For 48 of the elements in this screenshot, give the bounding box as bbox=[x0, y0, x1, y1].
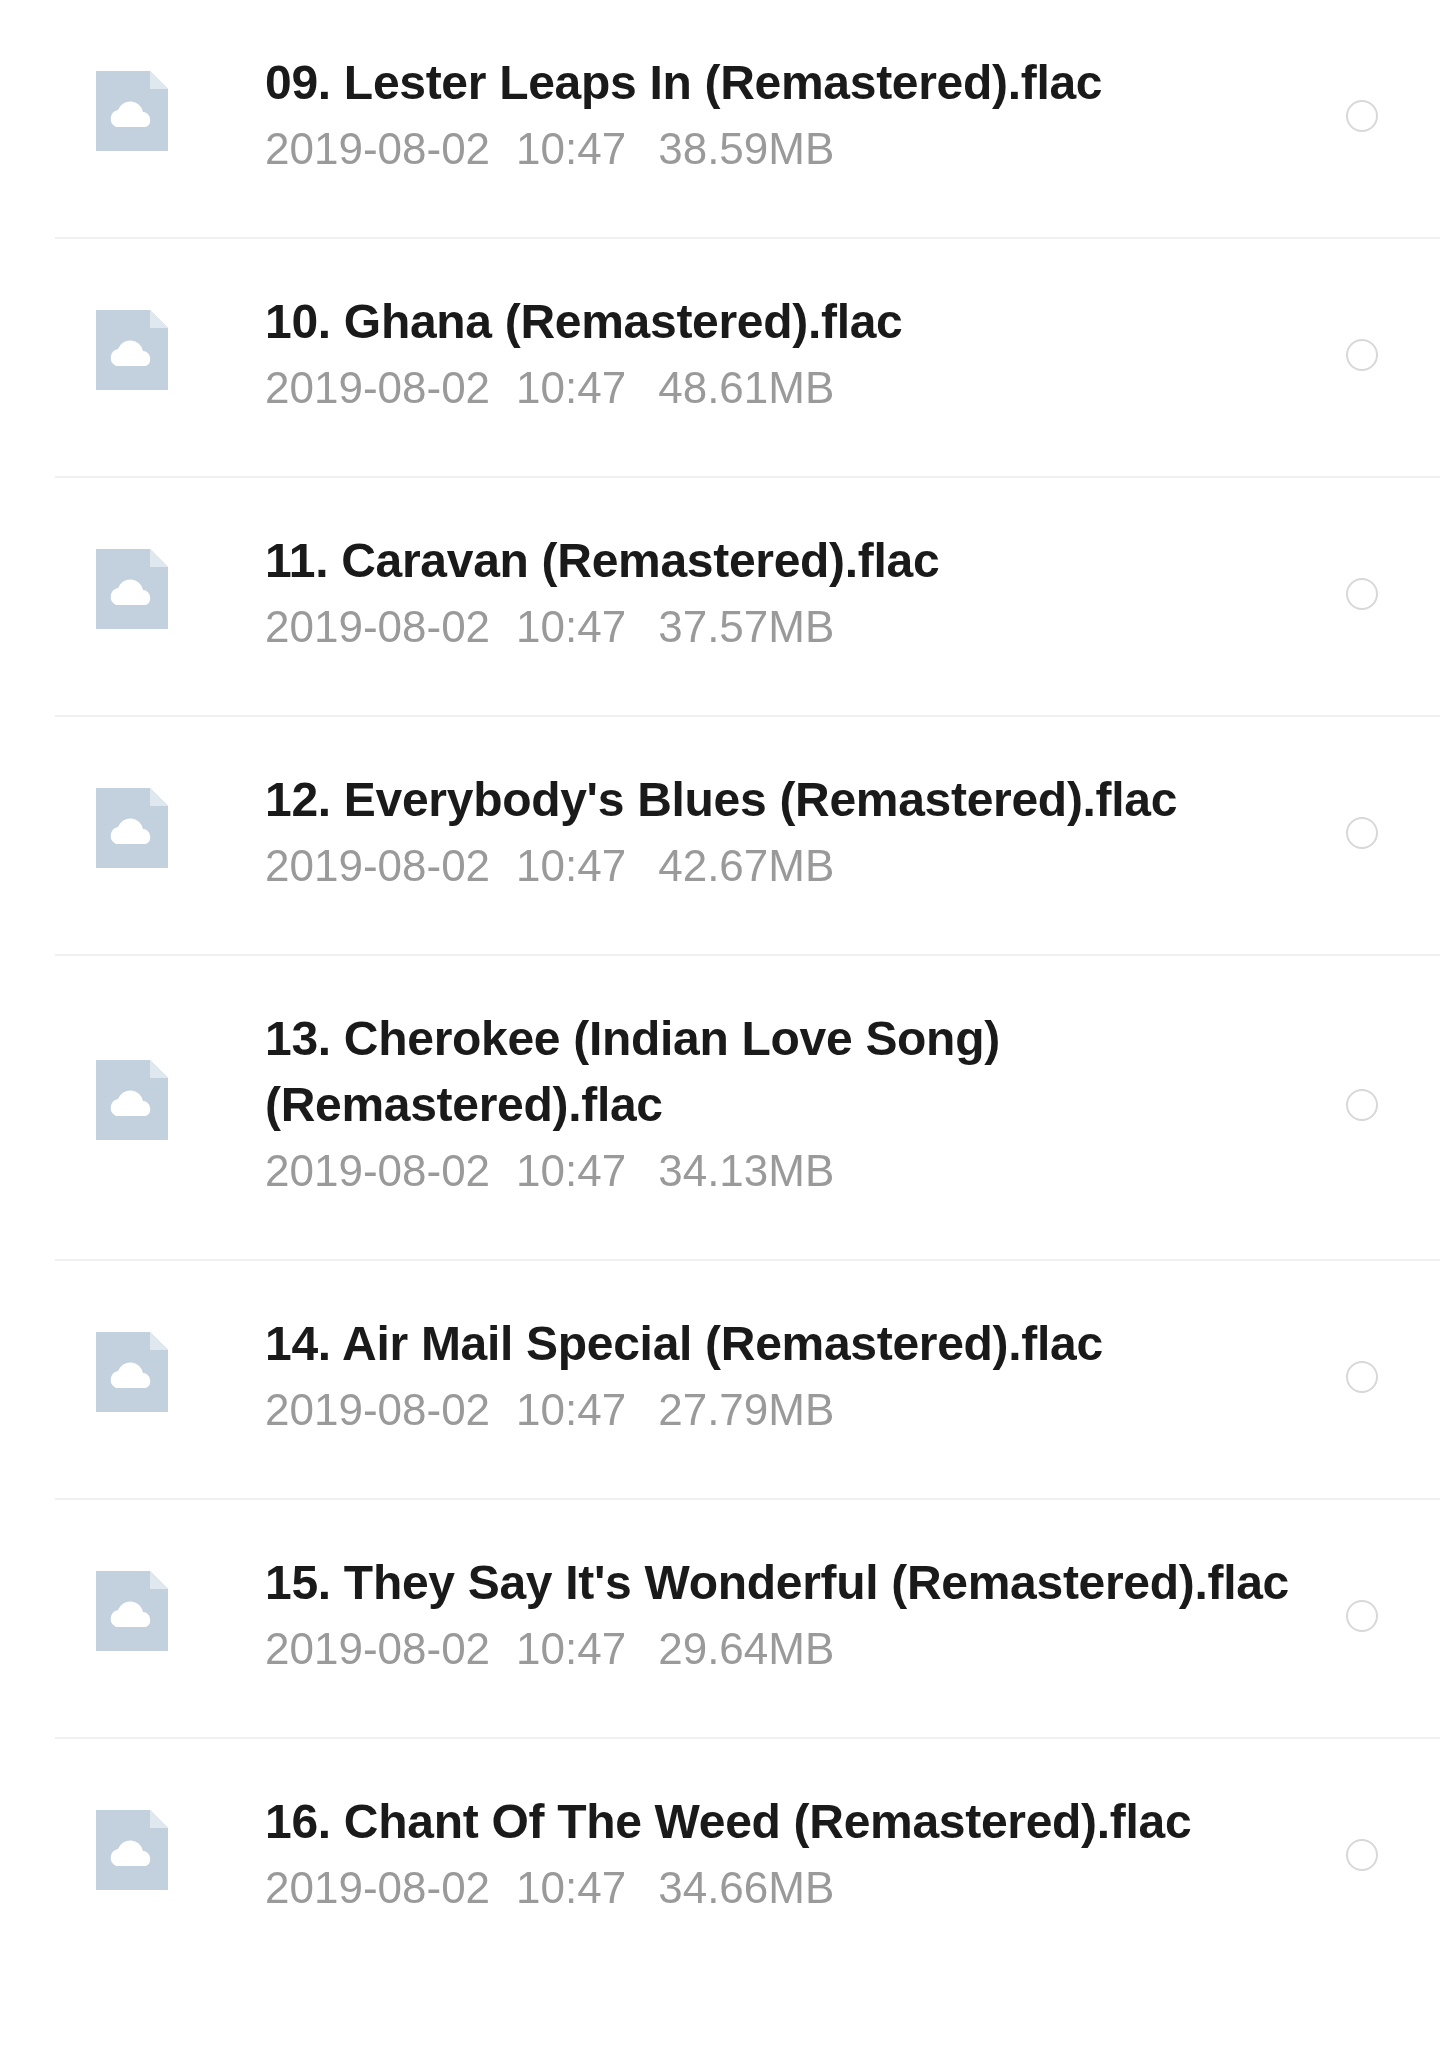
cloud-file-icon bbox=[96, 1060, 168, 1140]
file-size: 38.59MB bbox=[658, 123, 835, 175]
file-size: 37.57MB bbox=[658, 601, 835, 653]
file-date: 2019-08-02 bbox=[265, 362, 491, 414]
file-time: 10:47 bbox=[516, 601, 627, 653]
cloud-file-icon bbox=[96, 310, 168, 390]
cloud-file-icon bbox=[96, 1810, 168, 1890]
file-name: 11. Caravan (Remastered).flac bbox=[265, 533, 941, 589]
cloud-file-icon bbox=[96, 1571, 168, 1651]
file-size: 29.64MB bbox=[658, 1623, 835, 1675]
cloud-file-icon bbox=[96, 71, 168, 151]
file-name: 15. They Say It's Wonderful (Remastered).flac bbox=[265, 1555, 1290, 1611]
file-name: 16. Chant Of The Weed (Remastered).flac bbox=[265, 1794, 1193, 1850]
select-radio[interactable] bbox=[1346, 817, 1378, 849]
file-date: 2019-08-02 bbox=[265, 1623, 491, 1675]
file-date: 2019-08-02 bbox=[265, 1145, 491, 1197]
file-date: 2019-08-02 bbox=[265, 601, 491, 653]
select-radio[interactable] bbox=[1346, 100, 1378, 132]
select-radio[interactable] bbox=[1346, 578, 1378, 610]
file-name: 14. Air Mail Special (Remastered).flac bbox=[265, 1316, 1104, 1372]
file-time: 10:47 bbox=[516, 1623, 627, 1675]
select-radio[interactable] bbox=[1346, 1839, 1378, 1871]
file-size: 34.13MB bbox=[658, 1145, 835, 1197]
file-time: 10:47 bbox=[516, 123, 627, 175]
file-time: 10:47 bbox=[516, 840, 627, 892]
cloud-file-icon bbox=[96, 788, 168, 868]
file-size: 27.79MB bbox=[658, 1384, 835, 1436]
cloud-file-icon bbox=[96, 1332, 168, 1412]
file-date: 2019-08-02 bbox=[265, 1862, 491, 1914]
select-radio[interactable] bbox=[1346, 1600, 1378, 1632]
file-time: 10:47 bbox=[516, 1145, 627, 1197]
file-size: 48.61MB bbox=[658, 362, 835, 414]
file-date: 2019-08-02 bbox=[265, 1384, 491, 1436]
select-radio[interactable] bbox=[1346, 339, 1378, 371]
file-time: 10:47 bbox=[516, 1384, 627, 1436]
file-date: 2019-08-02 bbox=[265, 123, 491, 175]
file-size: 42.67MB bbox=[658, 840, 835, 892]
file-name: 12. Everybody's Blues (Remastered).flac bbox=[265, 772, 1179, 828]
file-time: 10:47 bbox=[516, 1862, 627, 1914]
cloud-file-icon bbox=[96, 549, 168, 629]
file-name: 10. Ghana (Remastered).flac bbox=[265, 294, 904, 350]
select-radio[interactable] bbox=[1346, 1361, 1378, 1393]
file-date: 2019-08-02 bbox=[265, 840, 491, 892]
file-name: 09. Lester Leaps In (Remastered).flac bbox=[265, 55, 1104, 111]
select-radio[interactable] bbox=[1346, 1089, 1378, 1121]
file-time: 10:47 bbox=[516, 362, 627, 414]
file-size: 34.66MB bbox=[658, 1862, 835, 1914]
file-name: 13. Cherokee (Indian Love Song) (Remastered).flac bbox=[265, 1011, 1001, 1133]
